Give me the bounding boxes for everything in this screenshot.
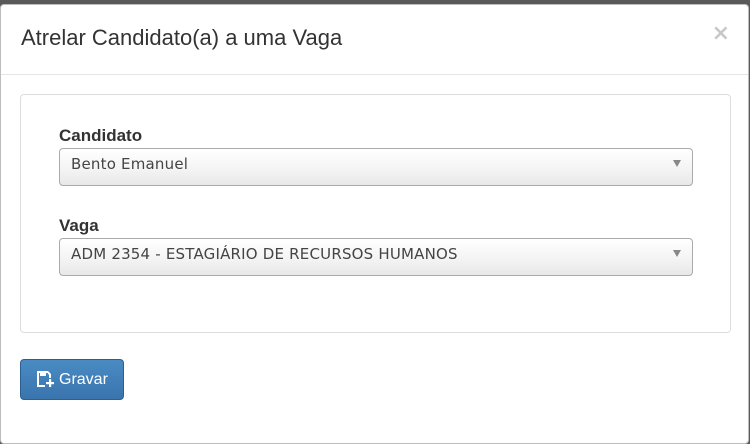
form-panel: Candidato Bento Emanuel Vaga ADM 2354 - … [20, 94, 731, 333]
chevron-down-icon [673, 160, 681, 167]
vaga-form-group: Vaga ADM 2354 - ESTAGIÁRIO DE RECURSOS H… [59, 216, 693, 276]
close-button[interactable]: × [712, 23, 730, 45]
candidato-label: Candidato [59, 126, 143, 145]
candidato-select[interactable]: Bento Emanuel [59, 148, 693, 186]
chevron-down-icon [673, 250, 681, 257]
save-button[interactable]: Gravar [20, 359, 124, 400]
save-plus-icon [37, 371, 54, 387]
modal-header: Atrelar Candidato(a) a uma Vaga × [1, 5, 748, 75]
modal-dialog: Atrelar Candidato(a) a uma Vaga × Candid… [0, 4, 749, 444]
save-label: Gravar [59, 371, 108, 388]
candidato-form-group: Candidato Bento Emanuel [59, 126, 693, 186]
modal-title: Atrelar Candidato(a) a uma Vaga [21, 25, 343, 50]
vaga-selected-value: ADM 2354 - ESTAGIÁRIO DE RECURSOS HUMANO… [71, 245, 458, 263]
candidato-selected-value: Bento Emanuel [71, 155, 189, 173]
vaga-select[interactable]: ADM 2354 - ESTAGIÁRIO DE RECURSOS HUMANO… [59, 238, 693, 276]
vaga-label: Vaga [59, 216, 99, 235]
